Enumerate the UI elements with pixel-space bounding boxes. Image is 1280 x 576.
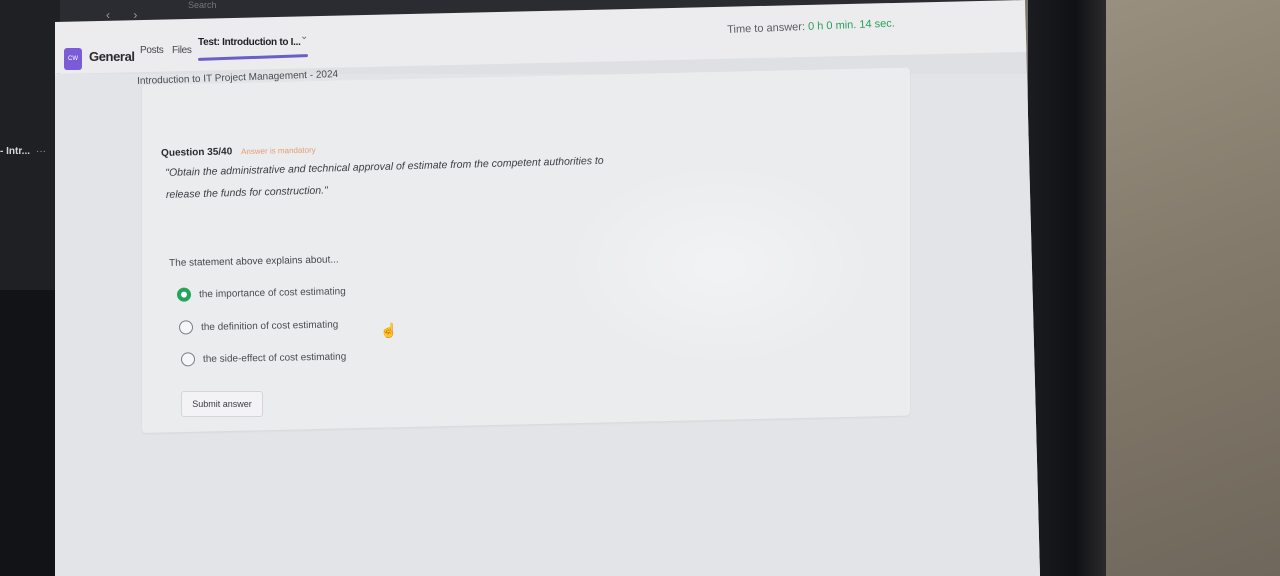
submit-answer-button[interactable]: Submit answer <box>181 391 263 417</box>
radio-icon[interactable] <box>180 352 196 367</box>
teams-window: ‹ › Search CW General Posts Files Test: … <box>0 0 1040 576</box>
team-avatar[interactable]: CW <box>64 48 82 70</box>
question-number: Question 35/40 <box>161 146 233 159</box>
monitor-bezel-right <box>1028 0 1106 576</box>
chevron-down-icon[interactable]: ⌄ <box>300 31 308 42</box>
tab-test[interactable]: Test: Introduction to I... <box>198 37 301 48</box>
sidebar-item-label: - Intr... <box>0 146 30 157</box>
wall-background <box>1085 0 1280 576</box>
search-input[interactable]: Search <box>188 0 217 10</box>
sidebar-item-intro[interactable]: - Intr... ··· <box>0 146 46 157</box>
mandatory-note: Answer is mandatory <box>240 145 316 157</box>
hand-pointer-icon: ☝ <box>380 322 398 338</box>
photo-scene: ‹ › Search CW General Posts Files Test: … <box>0 0 1280 576</box>
radio-selected-icon[interactable] <box>176 287 192 302</box>
option-label: the side-effect of cost estimating <box>202 351 347 365</box>
radio-icon[interactable] <box>178 320 194 335</box>
tab-posts[interactable]: Posts <box>140 45 164 56</box>
option-label: the definition of cost estimating <box>200 318 339 333</box>
tab-files[interactable]: Files <box>172 45 192 56</box>
answer-option-3[interactable]: the side-effect of cost estimating <box>180 350 347 367</box>
app-rail-lower <box>0 290 60 576</box>
option-label: the importance of cost estimating <box>198 285 346 300</box>
more-options-icon[interactable]: ··· <box>36 146 46 157</box>
channel-name[interactable]: General <box>89 49 135 64</box>
